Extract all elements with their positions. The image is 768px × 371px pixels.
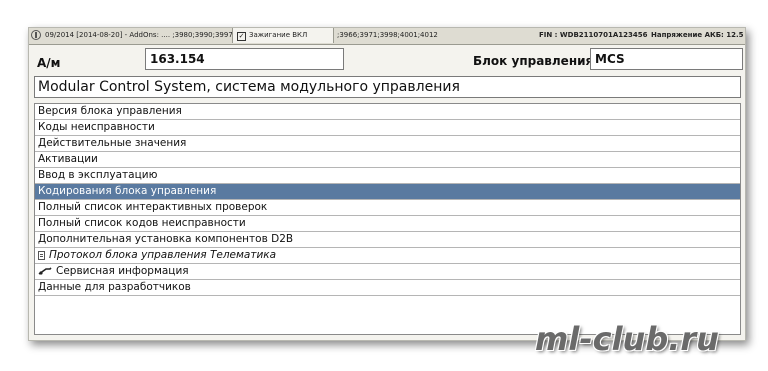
menu-item-label: Коды неисправности <box>38 121 155 133</box>
menu-item[interactable]: Полный список интерактивных проверок <box>35 200 740 216</box>
vehicle-field[interactable]: 163.154 <box>145 48 344 70</box>
menu-item[interactable]: Кодирования блока управления <box>35 184 740 200</box>
ignition-checkbox[interactable]: ✓ <box>237 32 246 41</box>
ignition-label: Зажигание ВКЛ <box>249 31 308 39</box>
menu-item[interactable]: Протокол блока управления Телематика <box>35 248 740 264</box>
addons-text: 09/2014 [2014-08-20] - AddOns: .... ;398… <box>45 31 236 39</box>
system-title: Modular Control System, система модульно… <box>34 76 741 98</box>
menu-item-label: Версия блока управления <box>38 105 182 117</box>
menu-item-label: Сервисная информация <box>56 265 189 277</box>
function-menu-list: Версия блока управления Коды неисправност… <box>34 103 741 335</box>
vehicle-label: А/м <box>37 56 61 70</box>
menu-item[interactable]: Активации <box>35 152 740 168</box>
menu-item-label: Кодирования блока управления <box>38 185 217 197</box>
menu-item-label: Полный список кодов неисправности <box>38 217 246 229</box>
menu-item[interactable]: Коды неисправности <box>35 120 740 136</box>
menu-item[interactable]: Полный список кодов неисправности <box>35 216 740 232</box>
control-unit-field[interactable]: MCS <box>590 48 743 70</box>
watermark-logo: ml-club.ru <box>535 320 719 358</box>
menu-item[interactable]: Сервисная информация <box>35 264 740 280</box>
menu-item-label: Ввод в эксплуатацию <box>38 169 158 181</box>
menu-item[interactable]: Дополнительная установка компонентов D2B <box>35 232 740 248</box>
menu-item-label: Данные для разработчиков <box>38 281 191 293</box>
status-strip: 09/2014 [2014-08-20] - AddOns: .... ;398… <box>29 28 745 45</box>
fin-text: FIN : WDB2110701A123456 <box>539 31 648 39</box>
control-unit-label: Блок управления <box>473 54 594 68</box>
mercedes-logo-icon <box>31 30 41 40</box>
menu-item-label: Дополнительная установка компонентов D2B <box>38 233 294 245</box>
menu-item[interactable]: Ввод в эксплуатацию <box>35 168 740 184</box>
document-icon <box>38 250 45 260</box>
menu-item-label: Действительные значения <box>38 137 187 149</box>
menu-item[interactable]: Версия блока управления <box>35 104 740 120</box>
menu-item-label: Активации <box>38 153 98 165</box>
menu-item-label: Протокол блока управления Телематика <box>49 249 277 261</box>
service-wrench-icon <box>38 266 52 275</box>
app-window: 09/2014 [2014-08-20] - AddOns: .... ;398… <box>28 27 746 341</box>
menu-item-label: Полный список интерактивных проверок <box>38 201 268 213</box>
menu-item[interactable]: Данные для разработчиков <box>35 280 740 296</box>
ignition-tab[interactable]: ✓ Зажигание ВКЛ <box>232 28 334 43</box>
addons-text-continued: ;3966;3971;3998;4001;4012 <box>337 31 438 39</box>
menu-item[interactable]: Действительные значения <box>35 136 740 152</box>
battery-voltage-text: Напряжение АКБ: 12.5 <box>651 31 744 39</box>
